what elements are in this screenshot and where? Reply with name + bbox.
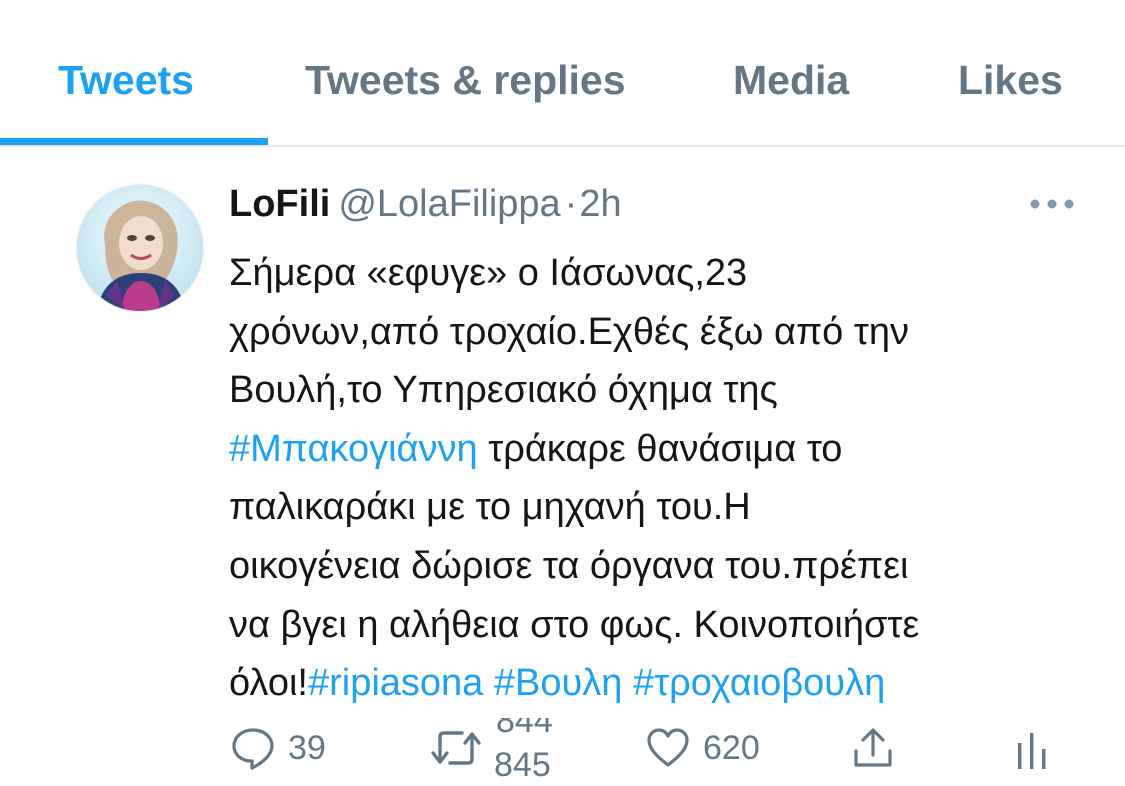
reply-count: 39 bbox=[288, 728, 326, 767]
hashtag-link[interactable]: #Μπακογιάννη bbox=[229, 428, 478, 470]
tweet-text-segment: Σήμερα «εφυγε» ο Ιάσωνας,23 bbox=[229, 252, 748, 294]
tweet-text-segment: Βουλή,το Υπηρεσιακό όχημα της bbox=[229, 369, 778, 412]
tab-tweets[interactable]: Tweets bbox=[58, 54, 194, 106]
tweet-text: Σήμερα «εφυγε» ο Ιάσωνας,23 χρόνων,από τρ… bbox=[229, 244, 1099, 713]
tabs-divider bbox=[0, 145, 1125, 147]
tweet-actions: 39 844 845 620 bbox=[0, 718, 1125, 786]
tweet-text-segment: τράκαρε θανάσιμα το bbox=[477, 427, 843, 470]
tweet-header: LoFili @LolaFilippa ·2h bbox=[229, 180, 622, 228]
tweet-text-segment: χρόνων,από τροχαίο.Εχθές έξω από την bbox=[229, 310, 910, 353]
analytics-button[interactable] bbox=[1012, 718, 1052, 778]
analytics-icon bbox=[1012, 723, 1052, 773]
retweet-count-ticker: 844 845 bbox=[490, 718, 570, 778]
share-icon bbox=[850, 725, 896, 771]
author-handle[interactable]: @LolaFilippa bbox=[338, 183, 560, 225]
tweet-text-line: όλοι!#ripiasona #Βουλη #τροχαιοβουλη bbox=[229, 654, 1099, 713]
retweet-button[interactable]: 844 845 bbox=[430, 718, 570, 778]
author-name[interactable]: LoFili bbox=[229, 183, 330, 225]
tab-media[interactable]: Media bbox=[733, 54, 849, 106]
tweet-text-segment: να βγει η αλήθεια στο φως. Κοινοποιήστε bbox=[229, 603, 920, 646]
tweet-text-segment: οικογένεια δώρισε τα όργανα του.πρέπει bbox=[229, 544, 909, 587]
like-count: 620 bbox=[703, 728, 760, 767]
tweet-text-line: #Μπακογιάννη τράκαρε θανάσιμα το bbox=[229, 420, 1099, 479]
tweet-text-segment bbox=[622, 662, 633, 704]
tweet-text-line: χρόνων,από τροχαίο.Εχθές έξω από την bbox=[229, 303, 1099, 362]
tweet-timestamp[interactable]: 2h bbox=[579, 183, 621, 225]
tab-likes[interactable]: Likes bbox=[958, 54, 1063, 106]
share-button[interactable] bbox=[850, 718, 896, 778]
tweet-text-line: να βγει η αλήθεια στο φως. Κοινοποιήστε bbox=[229, 596, 1099, 655]
more-options-icon[interactable] bbox=[1028, 190, 1076, 218]
retweet-icon bbox=[430, 725, 482, 771]
avatar-image bbox=[77, 185, 203, 311]
time-separator: · bbox=[564, 183, 578, 225]
hashtag-link[interactable]: #ripiasona bbox=[308, 662, 483, 704]
tweet-text-segment: όλοι! bbox=[229, 662, 308, 705]
avatar[interactable] bbox=[76, 184, 204, 312]
hashtag-link[interactable]: #τροχαιοβουλη bbox=[633, 662, 885, 704]
profile-tabs: Tweets Tweets & replies Media Likes bbox=[0, 0, 1125, 147]
reply-button[interactable]: 39 bbox=[230, 718, 326, 778]
retweet-count-previous: 844 bbox=[496, 718, 553, 740]
tweet-text-line: οικογένεια δώρισε τα όργανα του.πρέπει bbox=[229, 537, 1099, 596]
retweet-count: 845 bbox=[494, 746, 551, 778]
tweet-text-segment bbox=[483, 662, 494, 704]
tweet-text-line: Σήμερα «εφυγε» ο Ιάσωνας,23 bbox=[229, 244, 1099, 303]
tweet-text-line: παλικαράκι με το μηχανή του.Η bbox=[229, 478, 1099, 537]
tab-tweets-and-replies[interactable]: Tweets & replies bbox=[305, 54, 626, 106]
profile-timeline: Tweets Tweets & replies Media Likes LoFi… bbox=[0, 0, 1125, 786]
hashtag-link[interactable]: #Βουλη bbox=[494, 662, 623, 704]
heart-icon bbox=[645, 725, 691, 771]
tweet-text-line: Βουλή,το Υπηρεσιακό όχημα της bbox=[229, 361, 1099, 420]
tweet-text-segment: παλικαράκι με το μηχανή του.Η bbox=[229, 486, 751, 529]
reply-icon bbox=[230, 725, 276, 771]
like-button[interactable]: 620 bbox=[645, 718, 760, 778]
